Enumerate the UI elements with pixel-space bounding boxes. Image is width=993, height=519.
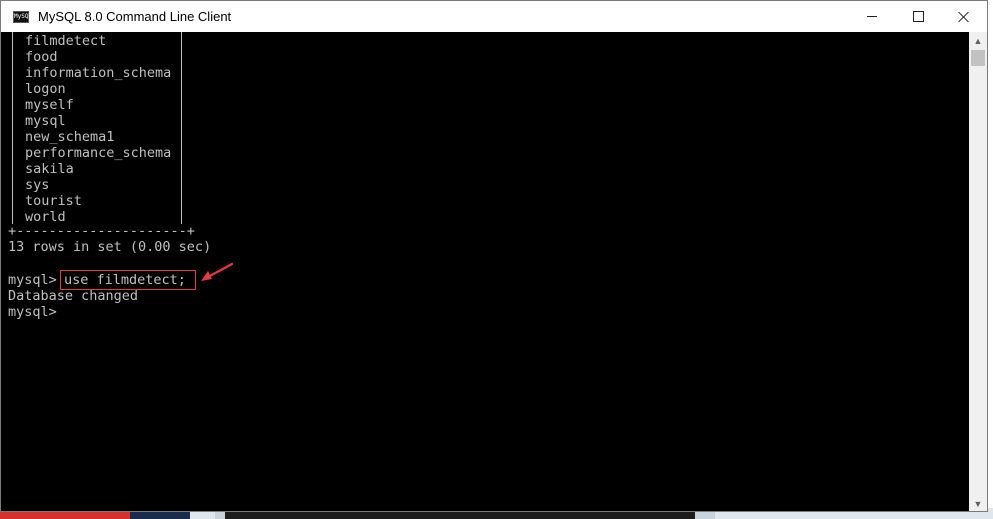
database-row: new_schema1: [25, 129, 115, 145]
database-row: sakila: [25, 161, 74, 177]
minimize-button[interactable]: [849, 1, 895, 32]
close-icon: [958, 11, 970, 23]
maximize-button[interactable]: [895, 1, 941, 32]
close-button[interactable]: [941, 1, 987, 32]
database-row: logon: [25, 81, 66, 97]
command-highlight-box: [60, 270, 196, 290]
console-output[interactable]: filmdetect food information_schema logon mys…: [1, 32, 969, 511]
scroll-up-button[interactable]: ▲: [969, 32, 987, 49]
red-arrow-icon: [201, 262, 234, 281]
title-bar[interactable]: MySQL MySQL 8.0 Command Line Client: [1, 1, 987, 32]
table-bottom-border: +---------------------+: [8, 223, 195, 239]
table-border-left: [12, 32, 13, 224]
database-row: myself: [25, 97, 74, 113]
chevron-down-icon: ▼: [973, 498, 983, 509]
database-row: food: [25, 49, 58, 65]
response-text: Database changed: [8, 288, 139, 304]
console-app-icon: MySQL: [13, 10, 33, 23]
scrollbar-thumb[interactable]: [971, 50, 985, 66]
scroll-down-button[interactable]: ▼: [969, 495, 987, 511]
database-row: mysql: [25, 113, 66, 129]
database-row: filmdetect: [25, 33, 107, 49]
maximize-icon: [912, 11, 924, 22]
app-icon-label: MySQL: [14, 12, 33, 20]
table-border-right: [181, 32, 182, 224]
minimize-icon: [867, 16, 877, 17]
rows-summary: 13 rows in set (0.00 sec): [8, 239, 212, 255]
prompt-current: mysql>: [8, 304, 57, 320]
database-row: information_schema: [25, 65, 172, 81]
window-title: MySQL 8.0 Command Line Client: [38, 9, 232, 24]
vertical-scrollbar[interactable]: ▲ ▼: [969, 32, 987, 511]
chevron-up-icon: ▲: [973, 35, 983, 46]
database-row: sys: [25, 177, 50, 193]
mysql-console-window: MySQL MySQL 8.0 Command Line Client film…: [0, 0, 988, 512]
prompt: mysql>: [8, 272, 57, 288]
database-row: tourist: [25, 193, 82, 209]
database-row: performance_schema: [25, 145, 172, 161]
